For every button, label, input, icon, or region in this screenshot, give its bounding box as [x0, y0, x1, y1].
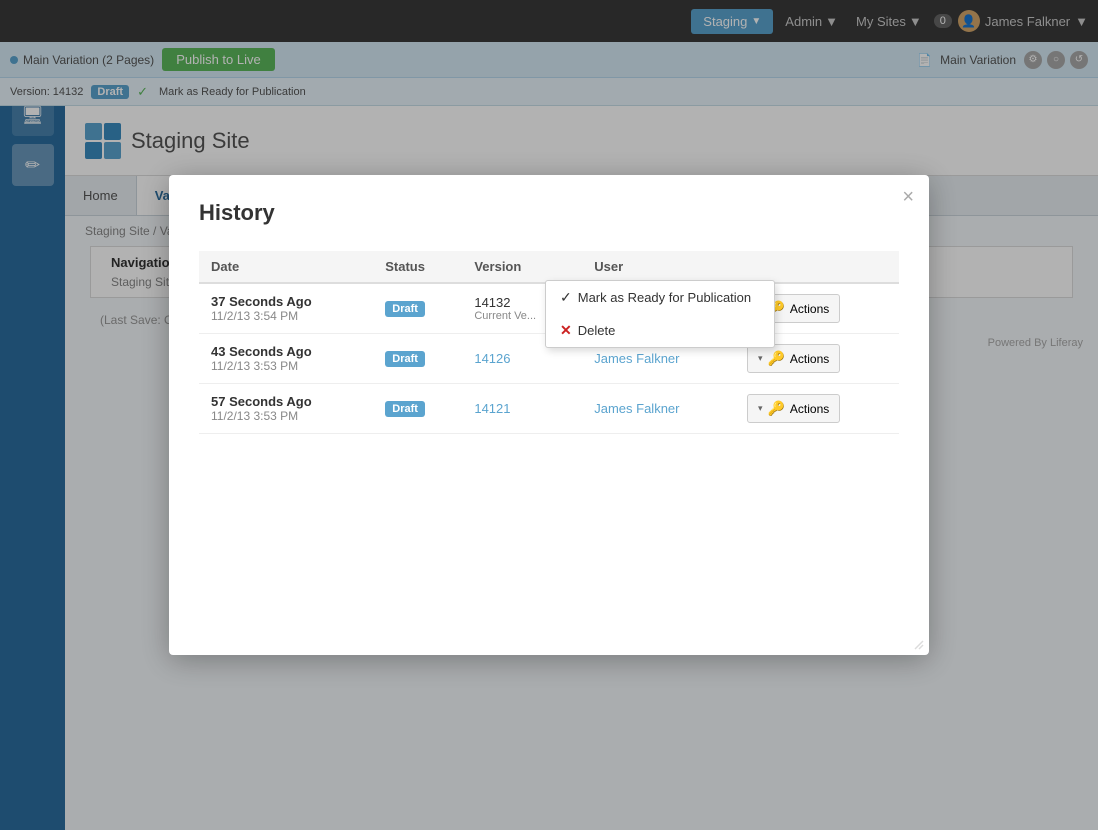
- row1-draft-badge: Draft: [385, 301, 425, 317]
- row1-status: Draft: [373, 283, 462, 334]
- row3-date: 57 Seconds Ago 11/2/13 3:53 PM: [199, 384, 373, 434]
- history-modal: History × Date Status Version User 37 Se…: [169, 175, 929, 655]
- modal-overlay: History × Date Status Version User 37 Se…: [0, 0, 1098, 830]
- col-status: Status: [373, 251, 462, 283]
- row1-date-secondary: 11/2/13 3:54 PM: [211, 309, 361, 323]
- col-actions: [735, 251, 899, 283]
- row3-status: Draft: [373, 384, 462, 434]
- delete-x-icon: ✕: [560, 322, 572, 339]
- mark-ready-item[interactable]: ✓ Mark as Ready for Publication: [546, 281, 774, 314]
- row2-actions-button[interactable]: ▾ 🔑 Actions: [747, 344, 840, 373]
- delete-item[interactable]: ✕ Delete: [546, 314, 774, 347]
- row3-version: 14121: [462, 384, 582, 434]
- row1-date-primary: 37 Seconds Ago: [211, 294, 361, 309]
- col-date: Date: [199, 251, 373, 283]
- row3-user: James Falkner: [582, 384, 735, 434]
- row2-user-link[interactable]: James Falkner: [594, 351, 679, 366]
- modal-resize-handle[interactable]: [913, 639, 925, 651]
- col-user: User: [582, 251, 735, 283]
- row1-date: 37 Seconds Ago 11/2/13 3:54 PM: [199, 283, 373, 334]
- table-row: 57 Seconds Ago 11/2/13 3:53 PM Draft 141…: [199, 384, 899, 434]
- row3-date-primary: 57 Seconds Ago: [211, 394, 361, 409]
- actions-dropdown-menu: ✓ Mark as Ready for Publication ✕ Delete: [545, 280, 775, 348]
- row3-actions-caret: ▾: [758, 403, 763, 414]
- row3-actions-button[interactable]: ▾ 🔑 Actions: [747, 394, 840, 423]
- row2-key-icon: 🔑: [767, 350, 784, 367]
- row2-date: 43 Seconds Ago 11/2/13 3:53 PM: [199, 334, 373, 384]
- col-version: Version: [462, 251, 582, 283]
- row2-actions-caret: ▾: [758, 353, 763, 364]
- checkmark-menu-icon: ✓: [560, 289, 572, 306]
- row3-date-secondary: 11/2/13 3:53 PM: [211, 409, 361, 423]
- row2-draft-badge: Draft: [385, 351, 425, 367]
- row3-actions-cell: ▾ 🔑 Actions: [735, 384, 899, 434]
- row3-draft-badge: Draft: [385, 401, 425, 417]
- modal-title: History: [199, 200, 899, 226]
- row2-date-primary: 43 Seconds Ago: [211, 344, 361, 359]
- row3-user-link[interactable]: James Falkner: [594, 401, 679, 416]
- row3-key-icon: 🔑: [767, 400, 784, 417]
- modal-close-button[interactable]: ×: [902, 187, 914, 207]
- row2-version-link[interactable]: 14126: [474, 351, 510, 366]
- row3-version-link[interactable]: 14121: [474, 401, 510, 416]
- table-header: Date Status Version User: [199, 251, 899, 283]
- row2-status: Draft: [373, 334, 462, 384]
- row2-date-secondary: 11/2/13 3:53 PM: [211, 359, 361, 373]
